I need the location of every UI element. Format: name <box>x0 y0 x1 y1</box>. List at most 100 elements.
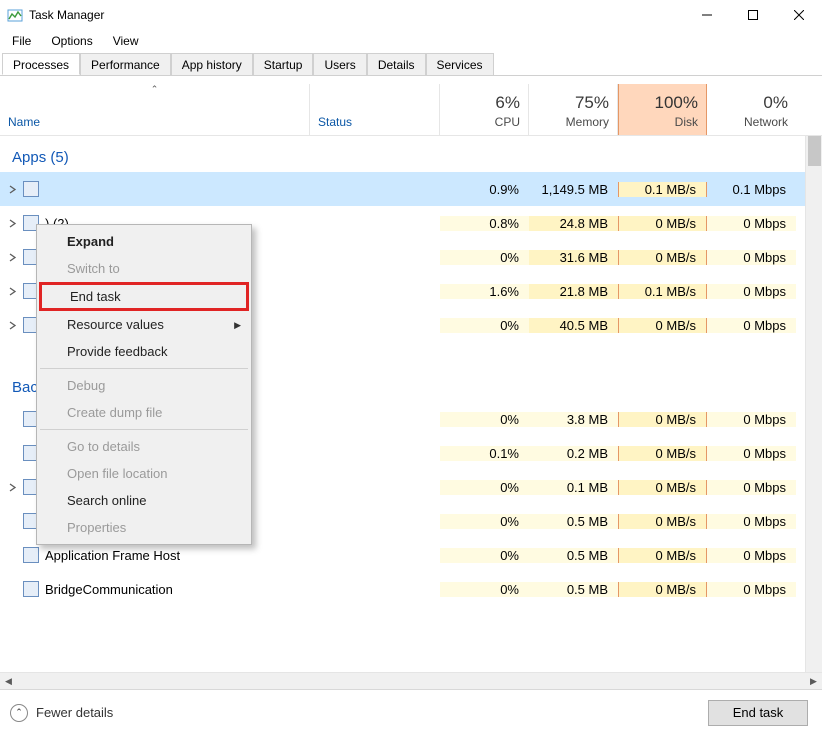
cell-disk: 0 MB/s <box>618 514 707 529</box>
cell-disk: 0 MB/s <box>618 548 707 563</box>
cell-network: 0 Mbps <box>707 216 796 231</box>
context-menu: Expand Switch to End task Resource value… <box>36 224 252 545</box>
cell-cpu: 0.1% <box>440 446 529 461</box>
cell-memory: 31.6 MB <box>529 250 618 265</box>
tab-details[interactable]: Details <box>367 53 426 75</box>
expand-row-icon[interactable] <box>4 321 20 330</box>
menu-file[interactable]: File <box>4 31 39 51</box>
process-row[interactable]: BridgeCommunication 0%0.5 MB0 MB/s0 Mbps <box>0 572 805 606</box>
expand-row-icon[interactable] <box>4 287 20 296</box>
ctx-properties: Properties <box>39 514 249 541</box>
cell-memory: 0.5 MB <box>529 548 618 563</box>
cell-cpu: 0% <box>440 318 529 333</box>
cell-cpu: 0.9% <box>440 182 529 197</box>
cell-disk: 0.1 MB/s <box>618 284 707 299</box>
col-status[interactable]: Status <box>310 84 440 135</box>
process-row[interactable]: 0.9%1,149.5 MB0.1 MB/s0.1 Mbps <box>0 172 805 206</box>
cell-disk: 0 MB/s <box>618 582 707 597</box>
minimize-button[interactable] <box>684 0 730 30</box>
cell-network: 0 Mbps <box>707 480 796 495</box>
col-memory-label: Memory <box>537 115 609 129</box>
col-cpu[interactable]: 6% CPU <box>440 84 529 135</box>
end-task-button[interactable]: End task <box>708 700 808 726</box>
process-name: BridgeCommunication <box>45 582 173 597</box>
cell-memory: 24.8 MB <box>529 216 618 231</box>
ctx-debug: Debug <box>39 372 249 399</box>
window-controls <box>684 0 822 30</box>
tab-users[interactable]: Users <box>313 53 366 75</box>
scroll-left-button[interactable]: ◀ <box>0 673 17 689</box>
process-icon <box>23 581 39 597</box>
cell-memory: 3.8 MB <box>529 412 618 427</box>
tab-app-history[interactable]: App history <box>171 53 253 75</box>
cell-disk: 0 MB/s <box>618 446 707 461</box>
menu-options[interactable]: Options <box>43 31 100 51</box>
vertical-scrollbar[interactable] <box>805 136 822 672</box>
tab-performance[interactable]: Performance <box>80 53 171 75</box>
task-manager-window: Task Manager File Options View Processes… <box>0 0 822 735</box>
ctx-resource-values[interactable]: Resource values <box>39 311 249 338</box>
ctx-create-dump: Create dump file <box>39 399 249 426</box>
process-icon <box>23 181 39 197</box>
cell-disk: 0 MB/s <box>618 480 707 495</box>
tab-services[interactable]: Services <box>426 53 494 75</box>
menu-view[interactable]: View <box>105 31 147 51</box>
cell-name <box>0 181 310 197</box>
chevron-up-icon: ⌃ <box>10 704 28 722</box>
ctx-search-online[interactable]: Search online <box>39 487 249 514</box>
cell-disk: 0 MB/s <box>618 216 707 231</box>
col-network[interactable]: 0% Network <box>707 84 796 135</box>
titlebar: Task Manager <box>0 0 822 30</box>
cell-memory: 0.1 MB <box>529 480 618 495</box>
group-apps-header[interactable]: Apps (5) <box>0 136 805 172</box>
cell-memory: 1,149.5 MB <box>529 182 618 197</box>
col-network-percent: 0% <box>715 93 788 113</box>
ctx-end-task[interactable]: End task <box>39 282 249 311</box>
footer: ⌃ Fewer details End task <box>0 689 822 735</box>
cell-network: 0 Mbps <box>707 514 796 529</box>
process-icon <box>23 547 39 563</box>
col-name[interactable]: ⌃ Name <box>0 84 310 135</box>
cell-network: 0 Mbps <box>707 284 796 299</box>
fewer-details-button[interactable]: ⌃ Fewer details <box>10 704 113 722</box>
tab-processes[interactable]: Processes <box>2 53 80 75</box>
cell-memory: 40.5 MB <box>529 318 618 333</box>
cell-disk: 0.1 MB/s <box>618 182 707 197</box>
expand-row-icon[interactable] <box>4 253 20 262</box>
horizontal-scrollbar[interactable]: ◀ ▶ <box>0 672 822 689</box>
cell-network: 0 Mbps <box>707 582 796 597</box>
col-memory[interactable]: 75% Memory <box>529 84 618 135</box>
close-button[interactable] <box>776 0 822 30</box>
col-disk[interactable]: 100% Disk <box>618 84 707 135</box>
ctx-provide-feedback[interactable]: Provide feedback <box>39 338 249 365</box>
cell-memory: 0.5 MB <box>529 514 618 529</box>
col-name-label: Name <box>8 115 301 129</box>
menubar: File Options View <box>0 30 822 52</box>
column-headers: ⌃ Name Status 6% CPU 75% Memory 100% Dis… <box>0 84 822 136</box>
maximize-button[interactable] <box>730 0 776 30</box>
expand-row-icon[interactable] <box>4 483 20 492</box>
cell-network: 0 Mbps <box>707 548 796 563</box>
window-title: Task Manager <box>29 8 684 22</box>
cell-cpu: 0% <box>440 514 529 529</box>
tab-startup[interactable]: Startup <box>253 53 314 75</box>
ctx-expand[interactable]: Expand <box>39 228 249 255</box>
cell-memory: 0.5 MB <box>529 582 618 597</box>
cell-disk: 0 MB/s <box>618 412 707 427</box>
cell-cpu: 0% <box>440 582 529 597</box>
col-disk-label: Disk <box>627 115 698 129</box>
scroll-right-button[interactable]: ▶ <box>805 673 822 689</box>
tabs: Processes Performance App history Startu… <box>0 52 822 76</box>
fewer-details-label: Fewer details <box>36 705 113 720</box>
cell-memory: 21.8 MB <box>529 284 618 299</box>
cell-name: BridgeCommunication <box>0 581 310 597</box>
cell-cpu: 0% <box>440 250 529 265</box>
ctx-separator <box>40 429 248 430</box>
ctx-separator <box>40 368 248 369</box>
ctx-switch-to: Switch to <box>39 255 249 282</box>
col-memory-percent: 75% <box>537 93 609 113</box>
sort-arrow-icon: ⌃ <box>151 84 159 95</box>
cell-name: Application Frame Host <box>0 547 310 563</box>
expand-row-icon[interactable] <box>4 219 20 228</box>
expand-row-icon[interactable] <box>4 185 20 194</box>
